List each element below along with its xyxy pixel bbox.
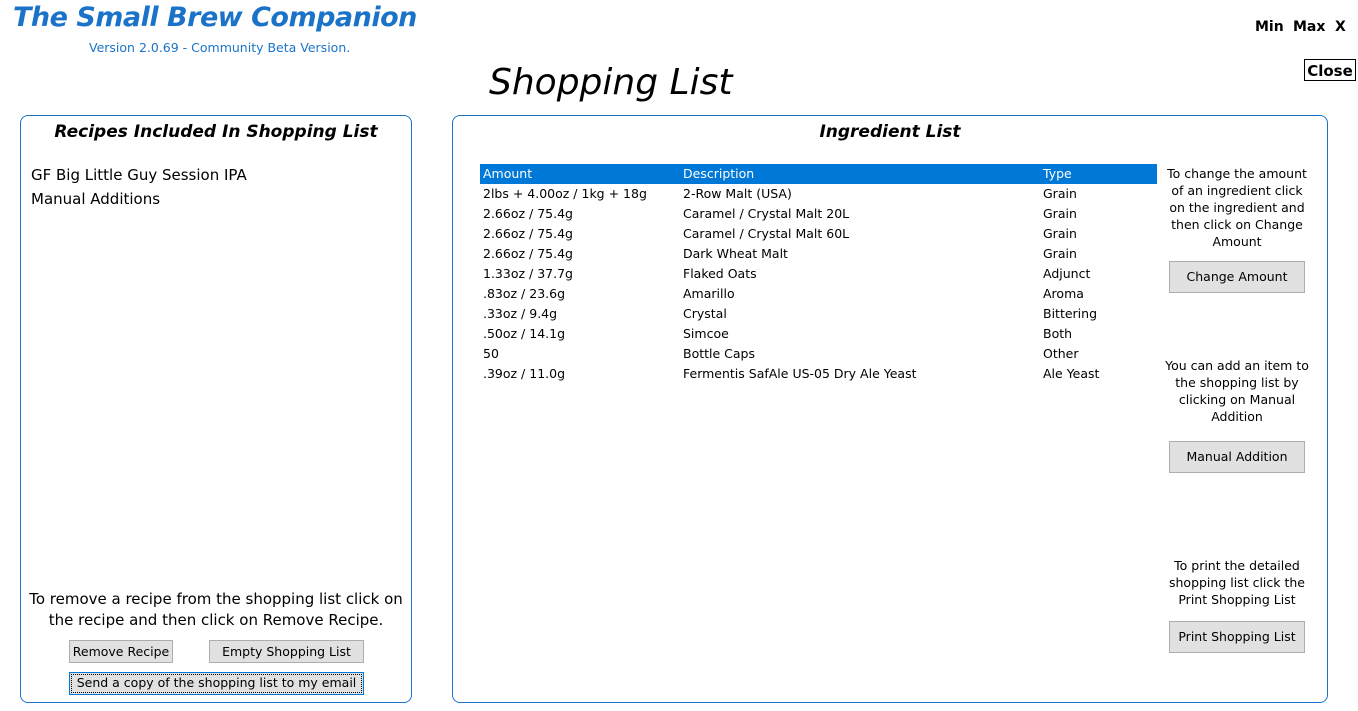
recipe-help-text: To remove a recipe from the shopping lis… (29, 590, 403, 629)
table-row[interactable]: .83oz / 23.6g Amarillo Aroma (480, 284, 1157, 304)
ingredients-panel-title: Ingredient List (819, 122, 961, 142)
maximize-button[interactable]: Max (1293, 19, 1325, 35)
cell-amount: 2.66oz / 75.4g (483, 246, 573, 261)
minimize-button[interactable]: Min (1255, 19, 1284, 35)
table-row[interactable]: .33oz / 9.4g Crystal Bittering (480, 304, 1157, 324)
cell-description: Caramel / Crystal Malt 20L (683, 206, 850, 221)
app-version: Version 2.0.69 - Community Beta Version. (89, 40, 351, 55)
table-row[interactable]: 1.33oz / 37.7g Flaked Oats Adjunct (480, 264, 1157, 284)
cell-description: Simcoe (683, 326, 729, 341)
cell-type: Grain (1043, 186, 1077, 201)
cell-description: Amarillo (683, 286, 735, 301)
cell-amount: 2.66oz / 75.4g (483, 206, 573, 221)
cell-type: Bittering (1043, 306, 1098, 321)
cell-amount: .50oz / 14.1g (483, 326, 566, 341)
cell-type: Aroma (1043, 286, 1084, 301)
column-header-description[interactable]: Description (683, 166, 754, 181)
exit-button[interactable]: X (1335, 19, 1346, 35)
cell-type: Grain (1043, 246, 1077, 261)
cell-type: Ale Yeast (1043, 366, 1100, 381)
send-email-button[interactable]: Send a copy of the shopping list to my e… (69, 672, 364, 695)
cell-type: Adjunct (1043, 266, 1091, 281)
cell-amount: 1.33oz / 37.7g (483, 266, 573, 281)
cell-description: 2-Row Malt (USA) (683, 186, 792, 201)
recipes-panel-title: Recipes Included In Shopping List (54, 122, 378, 142)
cell-type: Grain (1043, 206, 1077, 221)
cell-description: Flaked Oats (683, 266, 757, 281)
table-header: Amount Description Type (480, 164, 1157, 184)
cell-type: Grain (1043, 226, 1077, 241)
table-row[interactable]: 2.66oz / 75.4g Dark Wheat Malt Grain (480, 244, 1157, 264)
empty-shopping-list-button[interactable]: Empty Shopping List (209, 640, 364, 663)
close-button[interactable]: Close (1304, 59, 1356, 81)
recipes-panel: Recipes Included In Shopping List GF Big… (20, 115, 412, 703)
change-amount-help: To change the amount of an ingredient cl… (1167, 166, 1307, 249)
table-body: 2lbs + 4.00oz / 1kg + 18g 2-Row Malt (USA… (480, 184, 1157, 384)
change-amount-button[interactable]: Change Amount (1169, 261, 1305, 293)
app-title: The Small Brew Companion (13, 2, 417, 33)
page-title: Shopping List (489, 62, 733, 103)
ingredients-panel: Ingredient List Amount Description Type … (452, 115, 1328, 703)
cell-type: Both (1043, 326, 1073, 341)
recipe-list-item[interactable]: Manual Additions (31, 190, 160, 208)
ingredient-table: Amount Description Type 2lbs + 4.00oz / … (480, 164, 1157, 384)
column-header-type[interactable]: Type (1043, 166, 1072, 181)
cell-description: Dark Wheat Malt (683, 246, 788, 261)
cell-amount: 2lbs + 4.00oz / 1kg + 18g (483, 186, 647, 201)
print-help: To print the detailed shopping list clic… (1168, 558, 1305, 607)
cell-description: Crystal (683, 306, 727, 321)
recipe-list-item[interactable]: GF Big Little Guy Session IPA (31, 166, 247, 184)
cell-amount: 50 (483, 346, 499, 361)
cell-amount: 2.66oz / 75.4g (483, 226, 573, 241)
cell-description: Bottle Caps (683, 346, 755, 361)
cell-amount: .33oz / 9.4g (483, 306, 558, 321)
manual-addition-help: You can add an item to the shopping list… (1165, 358, 1309, 424)
remove-recipe-button[interactable]: Remove Recipe (69, 640, 173, 663)
cell-description: Fermentis SafAle US-05 Dry Ale Yeast (683, 366, 917, 381)
print-shopping-list-button[interactable]: Print Shopping List (1169, 621, 1305, 653)
column-header-amount[interactable]: Amount (483, 166, 532, 181)
table-row[interactable]: 2.66oz / 75.4g Caramel / Crystal Malt 20L… (480, 204, 1157, 224)
table-row[interactable]: .50oz / 14.1g Simcoe Both (480, 324, 1157, 344)
cell-type: Other (1043, 346, 1079, 361)
table-row[interactable]: 50 Bottle Caps Other (480, 344, 1157, 364)
table-row[interactable]: 2lbs + 4.00oz / 1kg + 18g 2-Row Malt (USA… (480, 184, 1157, 204)
cell-amount: .39oz / 11.0g (483, 366, 566, 381)
cell-amount: .83oz / 23.6g (483, 286, 566, 301)
manual-addition-button[interactable]: Manual Addition (1169, 441, 1305, 473)
cell-description: Caramel / Crystal Malt 60L (683, 226, 850, 241)
table-row[interactable]: 2.66oz / 75.4g Caramel / Crystal Malt 60L… (480, 224, 1157, 244)
table-row[interactable]: .39oz / 11.0g Fermentis SafAle US-05 Dry … (480, 364, 1157, 384)
